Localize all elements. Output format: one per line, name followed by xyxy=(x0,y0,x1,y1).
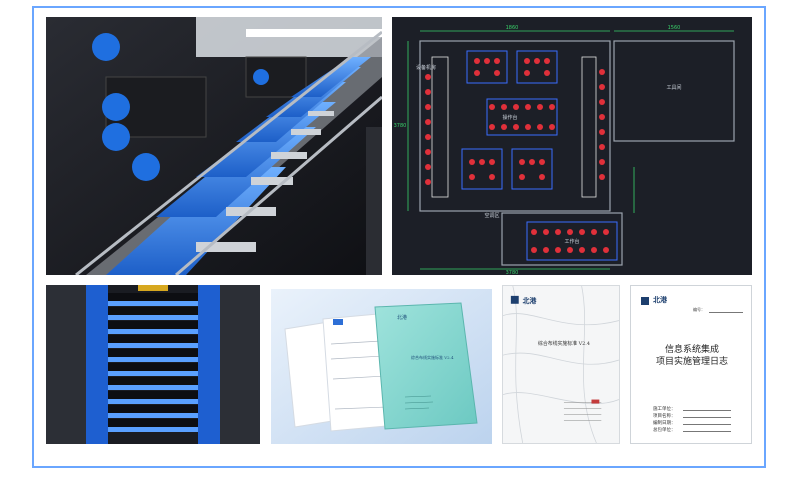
label-right-room: 工具间 xyxy=(666,84,681,91)
rack-patch-graphic xyxy=(46,285,260,444)
dim-top-left: 1860 xyxy=(506,25,519,31)
cabling-tray-photo xyxy=(46,17,382,275)
floor-plan-drawing: 1860 1560 3780 3780 设备机房 操作台 工具间 空调区 工作台 xyxy=(392,17,752,275)
journal-field: 编制日期： xyxy=(653,421,676,426)
label-center: 操作台 xyxy=(502,114,517,121)
cabling-tray-graphic xyxy=(46,17,382,275)
journal-field: 施工单位： xyxy=(653,407,676,412)
rack-patch-photo xyxy=(46,285,260,444)
floor-plan-graphic: 1860 1560 3780 3780 设备机房 操作台 工具间 空调区 工作台 xyxy=(392,17,752,275)
manual-cover-title: 综合布线实施标准 V2.4 xyxy=(411,354,454,360)
marble-document-cover: 北港 综合布线实施标准 V2.4 xyxy=(502,285,620,444)
marble-doc-logo: 北港 xyxy=(523,296,537,305)
journal-no-label: 编号： xyxy=(693,307,705,312)
journal-logo: 北港 xyxy=(653,296,667,304)
manual-cover-logo: 北港 xyxy=(397,314,407,321)
label-lower-left: 空调区 xyxy=(484,212,499,219)
journal-logo-mark xyxy=(641,297,649,305)
dim-left: 3780 xyxy=(394,123,407,129)
journal-field: 项目名称： xyxy=(653,414,676,419)
marble-doc-title: 综合布线实施标准 V2.4 xyxy=(538,340,590,347)
journal-no-line xyxy=(709,312,743,313)
dim-bottom: 3780 xyxy=(506,270,519,275)
label-room-left: 设备机房 xyxy=(416,64,436,71)
manual-documents-graphic: 北港 综合布线实施标准 V2.4 xyxy=(271,289,492,444)
journal-title-line2: 项目实施管理日志 xyxy=(655,357,728,367)
label-lower-box: 工作台 xyxy=(564,238,579,245)
manual-documents-photo: 北港 综合布线实施标准 V2.4 xyxy=(271,289,492,444)
dim-top-right: 1560 xyxy=(668,25,681,31)
journal-fields: 施工单位： 项目名称： 编制日期： 总包单位： xyxy=(653,406,676,434)
marble-document-graphic: 北港 综合布线实施标准 V2.4 xyxy=(503,286,619,443)
journal-field: 总包单位： xyxy=(653,428,676,433)
project-journal-cover: 北港 编号： 信息系统集成 项目实施管理日志 施工单位： 项目名称： 编制日期：… xyxy=(630,285,752,444)
